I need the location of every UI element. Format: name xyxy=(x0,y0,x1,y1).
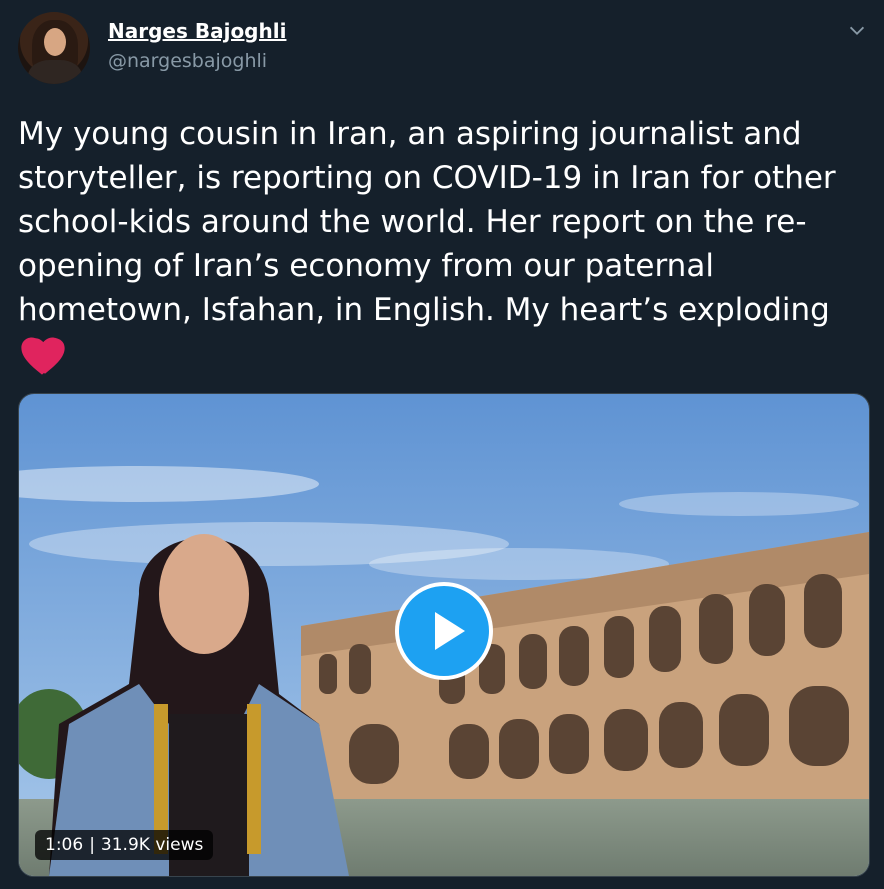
view-count: 31.9K views xyxy=(100,835,204,855)
tweet-text: My young cousin in Iran, an aspiring jou… xyxy=(18,112,868,376)
video-player[interactable]: 1:06 | 31.9K views xyxy=(18,393,870,877)
display-name[interactable]: Narges Bajoghli xyxy=(108,19,286,43)
tweet-body: My young cousin in Iran, an aspiring jou… xyxy=(18,116,836,328)
chevron-down-icon[interactable] xyxy=(846,20,868,42)
avatar-body xyxy=(28,60,82,84)
play-button[interactable] xyxy=(395,582,493,680)
video-duration: 1:06 xyxy=(45,835,84,855)
avatar-face xyxy=(44,28,66,56)
stats-separator: | xyxy=(89,835,95,855)
avatar[interactable] xyxy=(18,12,90,84)
heart-icon xyxy=(21,337,63,375)
user-handle[interactable]: @nargesbajoghli xyxy=(108,50,267,72)
video-stats: 1:06 | 31.9K views xyxy=(35,830,214,860)
